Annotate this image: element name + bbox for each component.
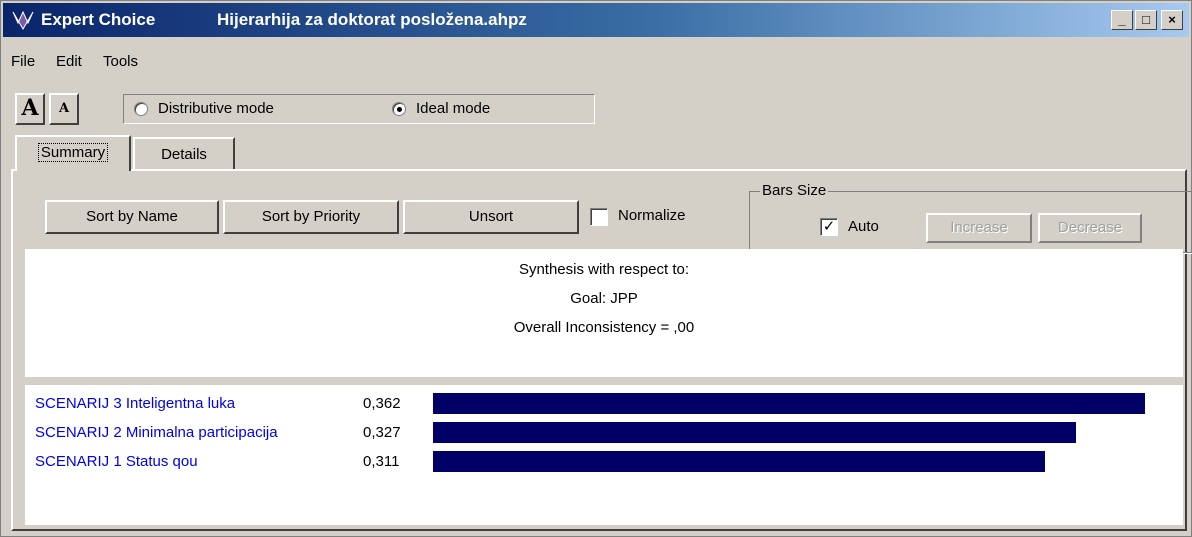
- normalize-checkbox[interactable]: [590, 208, 608, 226]
- decrease-font-icon: A: [58, 101, 70, 116]
- synthesis-goal: Goal: JPP: [570, 290, 638, 307]
- priority-results: SCENARIJ 3 Inteligentna luka 0,362 SCENA…: [25, 385, 1183, 525]
- increase-font-icon: A: [21, 95, 39, 121]
- alternative-name: SCENARIJ 3 Inteligentna luka: [35, 395, 236, 412]
- increase-font-button[interactable]: A: [15, 93, 45, 125]
- ideal-mode-label[interactable]: Ideal mode: [416, 100, 490, 117]
- minimize-button[interactable]: _: [1111, 10, 1133, 30]
- expert-choice-window: Expert Choice Hijerarhija za doktorat po…: [0, 0, 1192, 537]
- checkmark-icon: ✓: [822, 218, 836, 235]
- maximize-button[interactable]: □: [1135, 10, 1157, 30]
- sort-toolbar: Sort by Name Sort by Priority Unsort Nor…: [25, 175, 1192, 253]
- priority-bar: [433, 393, 1145, 414]
- decrease-font-button[interactable]: A: [49, 93, 79, 125]
- distributive-mode-label[interactable]: Distributive mode: [158, 100, 274, 117]
- mode-selector: Distributive mode Ideal mode: [123, 94, 595, 124]
- summary-panel: Sort by Name Sort by Priority Unsort Nor…: [11, 169, 1192, 531]
- priority-bar: [433, 422, 1076, 443]
- close-button[interactable]: ×: [1161, 10, 1183, 30]
- alternative-value: 0,327: [363, 424, 401, 441]
- document-title: Hijerarhija za doktorat posložena.ahpz: [217, 10, 527, 29]
- app-title: Expert Choice: [41, 10, 156, 29]
- normalize-option: Normalize: [582, 200, 740, 234]
- synthesis-header: Synthesis with respect to: Goal: JPP Ove…: [25, 249, 1183, 379]
- title-bar[interactable]: Expert Choice Hijerarhija za doktorat po…: [3, 3, 1189, 37]
- tab-details-label: Details: [161, 146, 207, 163]
- alternative-name: SCENARIJ 2 Minimalna participacija: [35, 424, 278, 441]
- auto-checkbox[interactable]: ✓: [820, 218, 838, 236]
- maximize-icon: □: [1142, 12, 1150, 27]
- distributive-mode-radio[interactable]: [134, 102, 148, 116]
- alternative-name: SCENARIJ 1 Status qou: [35, 453, 198, 470]
- bars-size-group: Bars Size ✓ Auto Increase Decrease: [749, 182, 1192, 253]
- minimize-icon: _: [1118, 12, 1126, 27]
- menu-edit[interactable]: Edit: [56, 53, 82, 70]
- normalize-label[interactable]: Normalize: [618, 207, 686, 224]
- alternative-value: 0,311: [363, 453, 400, 470]
- synthesis-inconsistency: Overall Inconsistency = ,00: [513, 319, 695, 336]
- unsort-button[interactable]: Unsort: [403, 200, 579, 234]
- ideal-mode-radio[interactable]: [392, 102, 406, 116]
- increase-bars-button[interactable]: Increase: [926, 213, 1032, 243]
- menu-tools[interactable]: Tools: [103, 53, 138, 70]
- expert-choice-logo-icon: [12, 10, 34, 30]
- close-icon: ×: [1168, 12, 1176, 27]
- tab-summary[interactable]: Summary: [15, 135, 131, 171]
- decrease-bars-button[interactable]: Decrease: [1038, 213, 1142, 243]
- priority-bar: [433, 451, 1045, 472]
- alternative-value: 0,362: [363, 395, 401, 412]
- sort-by-priority-button[interactable]: Sort by Priority: [223, 200, 399, 234]
- synthesis-title: Synthesis with respect to:: [518, 261, 690, 278]
- auto-label[interactable]: Auto: [848, 218, 879, 235]
- tab-details[interactable]: Details: [133, 137, 235, 169]
- menu-file[interactable]: File: [11, 53, 35, 70]
- bars-size-legend: Bars Size: [760, 182, 829, 199]
- sort-by-name-button[interactable]: Sort by Name: [45, 200, 219, 234]
- tab-summary-label: Summary: [37, 143, 109, 162]
